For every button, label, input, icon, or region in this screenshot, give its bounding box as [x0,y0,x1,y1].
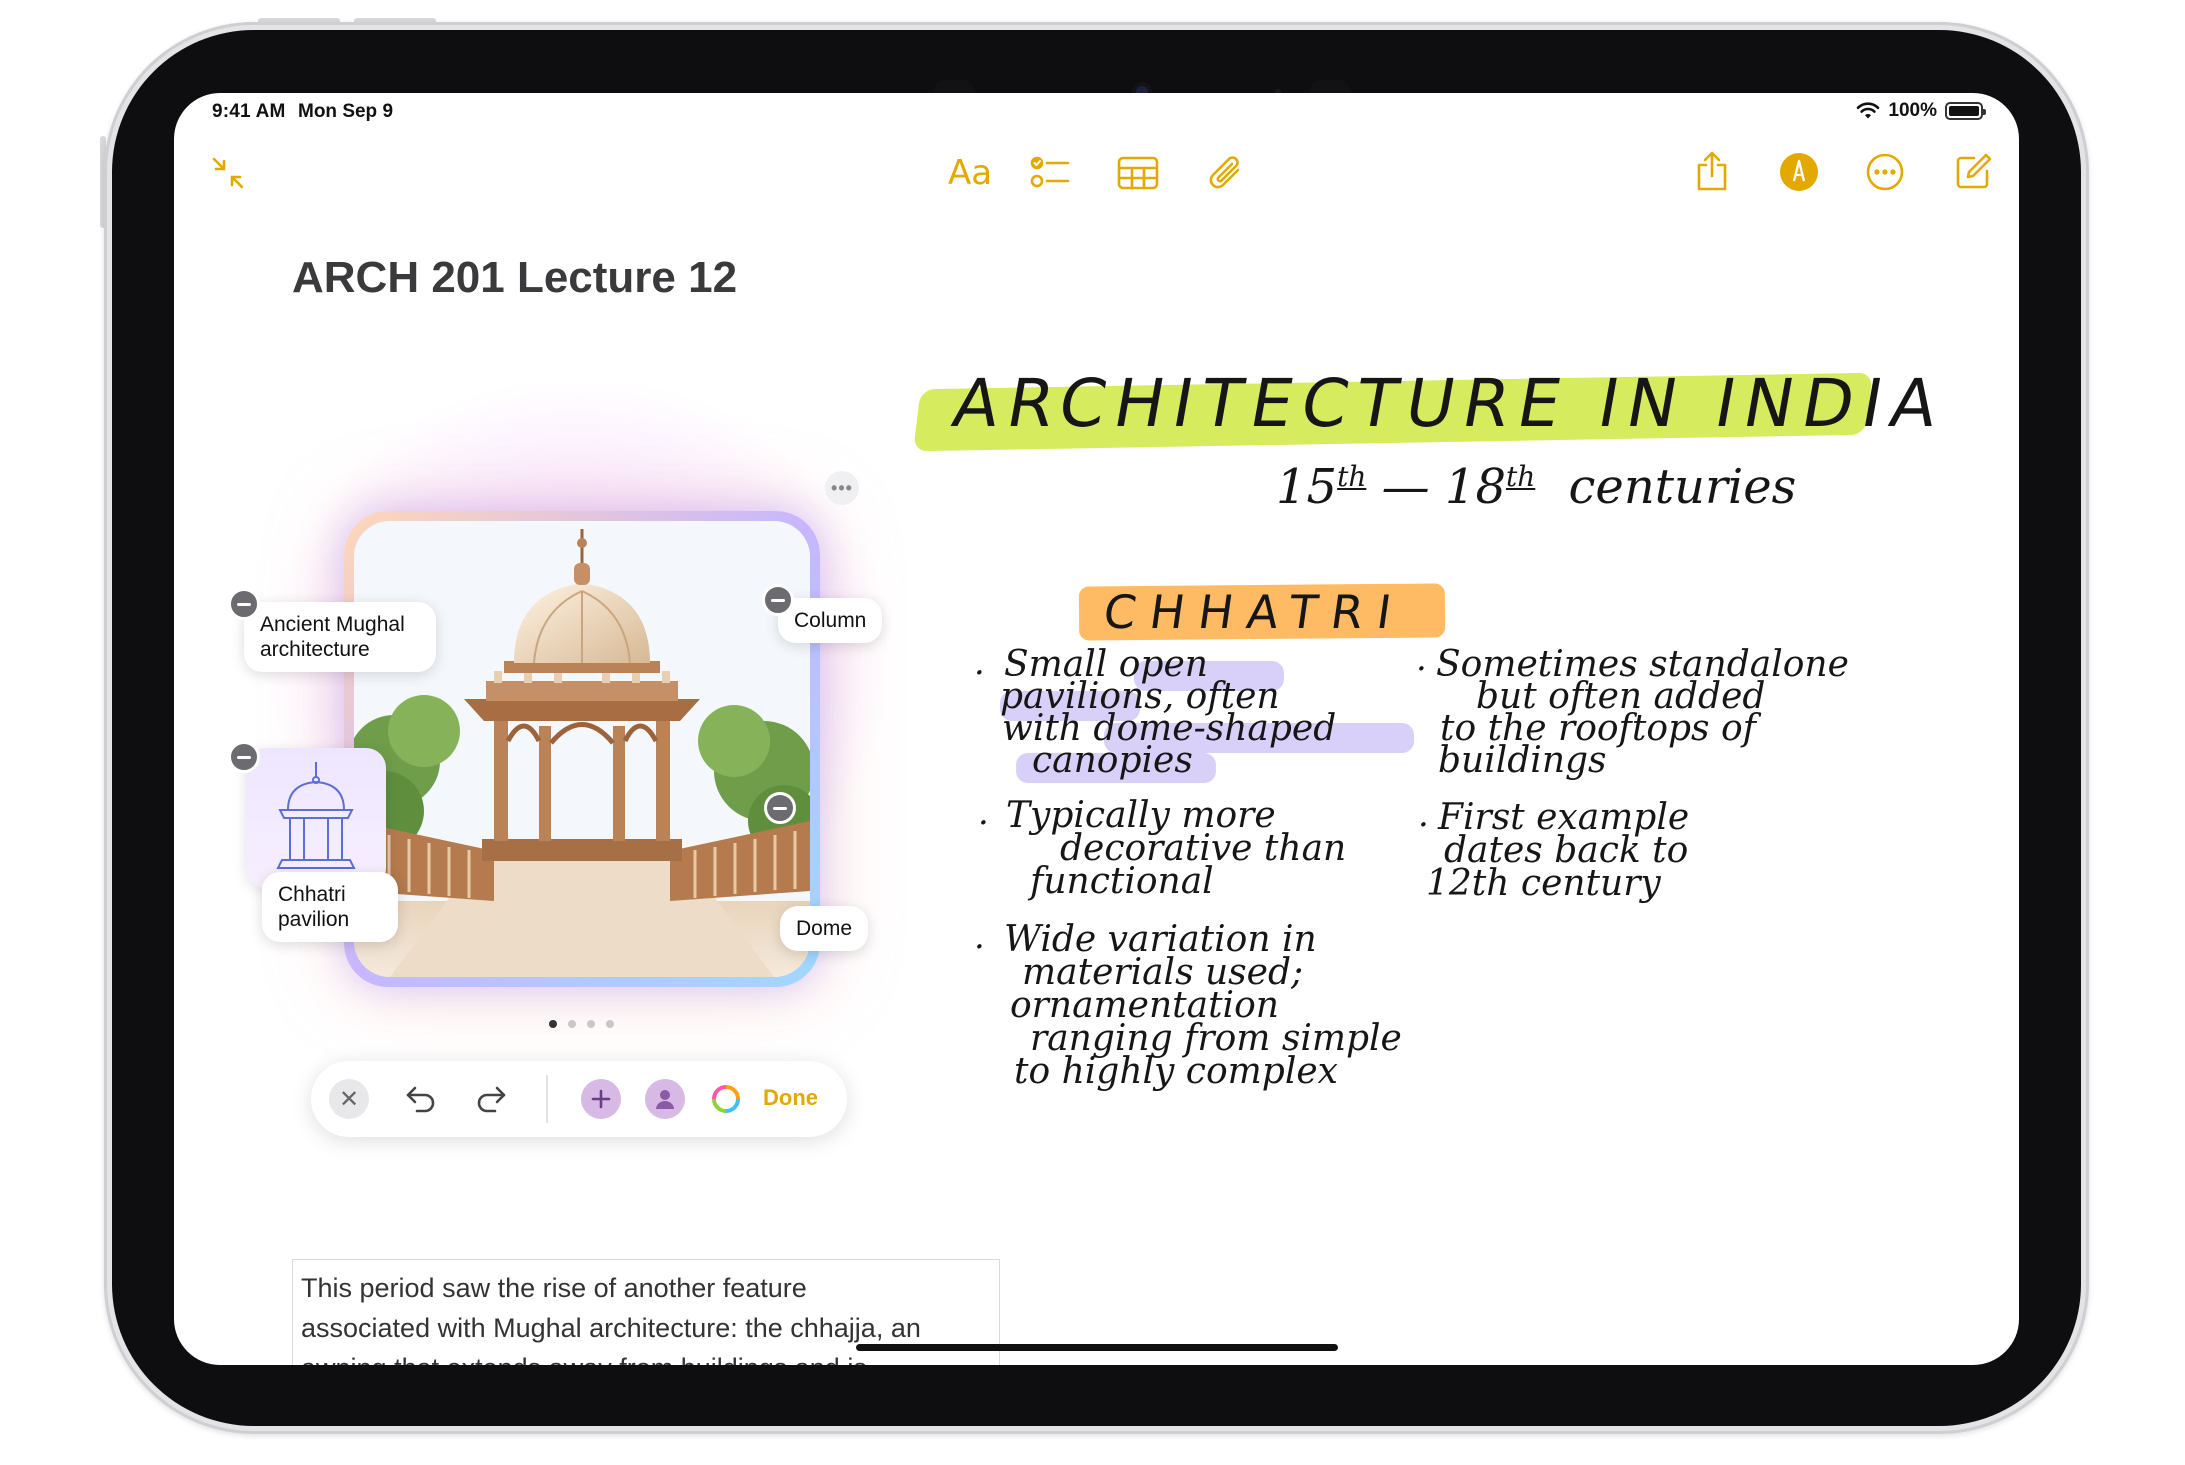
redo-icon[interactable] [471,1079,511,1119]
handwritten-heading[interactable]: ARCHITECTURE IN INDIA [947,365,1952,442]
add-concept-icon[interactable] [581,1079,621,1119]
page-indicator[interactable] [549,1020,614,1028]
century-start-suffix: th [1337,460,1367,493]
image-more-button[interactable]: ••• [825,471,859,505]
concept-label: Column [794,609,867,632]
bullet-dot: · [1416,649,1427,689]
page-dot[interactable] [549,1020,557,1028]
bullet-line: buildings [1438,740,1607,781]
handwritten-bullet[interactable]: First example dates back to 12th century [1426,800,1689,902]
handwritten-bullet[interactable]: Sometimes standalone but often added to … [1436,647,1849,781]
bullet-line: canopies [1032,740,1193,781]
image-playground-toolbar: ✕ Done [311,1061,847,1137]
concept-thumbnail-chhatri[interactable] [246,748,386,888]
chhatri-sketch [276,762,356,869]
remove-concept-column-button[interactable] [762,584,794,616]
markup-pen-icon[interactable] [1774,147,1824,197]
person-icon[interactable] [645,1079,685,1119]
battery-icon [1945,102,1986,120]
status-indicators: 100% [1856,100,1986,122]
generated-image-card[interactable] [344,511,820,987]
undo-icon[interactable] [401,1079,441,1119]
page-dot[interactable] [606,1020,614,1028]
generated-image [354,521,810,977]
century-start: 15 [1276,459,1338,515]
body-line: This period saw the rise of another feat… [301,1273,807,1303]
concept-label: Ancient Mughal architecture [260,613,405,661]
close-icon[interactable]: ✕ [329,1079,369,1119]
remove-concept-chhatri-button[interactable] [228,741,260,773]
concept-chip-dome[interactable]: Dome [780,906,869,951]
century-end-suffix: th [1505,460,1536,493]
home-indicator[interactable] [856,1344,1338,1351]
page-dot[interactable] [568,1020,576,1028]
concept-label: Dome [796,917,853,940]
screen: 9:41 AM Mon Sep 9 100% Aa ARCH 201 Lectu… [174,93,2019,1365]
bullet-line: functional [1030,861,1214,902]
page-dot[interactable] [587,1020,595,1028]
note-title[interactable]: ARCH 201 Lecture 12 [292,253,737,303]
table-icon[interactable] [1114,149,1162,197]
collapse-arrows-icon[interactable] [204,149,252,197]
bullet-dot: · [974,653,985,693]
battery-percent: 100% [1888,100,1937,121]
wifi-icon [1857,102,1880,119]
remove-concept-dome-button[interactable] [764,792,796,824]
text-format-button[interactable]: Aa [938,147,1002,199]
concept-chip-mughal[interactable]: Ancient Mughal architecture [244,602,436,672]
paperclip-icon[interactable] [1202,149,1250,197]
handwritten-bullet[interactable]: Wide variation in materials used; orname… [1004,922,1402,1092]
body-line: associated with Mughal architecture: the… [301,1313,921,1343]
centuries-word: centuries [1568,459,1797,515]
bullet-line: 12th century [1426,863,1661,904]
compose-icon[interactable] [1948,147,1998,197]
bullet-dot: · [974,927,985,967]
checklist-icon[interactable] [1026,149,1074,197]
bullet-dot: · [978,803,989,843]
century-end: 18 [1444,459,1506,515]
bullet-line: to highly complex [1014,1051,1338,1092]
status-date: Mon Sep 9 [298,101,394,122]
bullet-dot: · [1418,805,1429,845]
handwritten-bullet[interactable]: Typically more decorative than functiona… [1006,798,1346,902]
handwritten-bullet[interactable]: Small open pavilions, often with dome-sh… [1000,647,1336,781]
done-button[interactable]: Done [763,1085,818,1111]
century-dash: — [1381,459,1430,515]
status-time: 9:41 AM [212,101,286,122]
concept-label: Chhatri pavilion [278,883,350,931]
handwritten-section[interactable]: CHHATRI [1100,585,1408,639]
style-picker-icon[interactable] [706,1079,746,1119]
remove-concept-mughal-button[interactable] [228,588,260,620]
toolbar-divider [546,1075,548,1123]
concept-chip-chhatri[interactable]: Chhatri pavilion [262,872,398,942]
share-icon[interactable] [1688,145,1736,197]
concept-chip-column[interactable]: Column [778,598,883,643]
handwritten-subheading[interactable]: 15th — 18th centuries [1276,459,1796,515]
ellipsis-circle-icon[interactable] [1860,147,1910,197]
